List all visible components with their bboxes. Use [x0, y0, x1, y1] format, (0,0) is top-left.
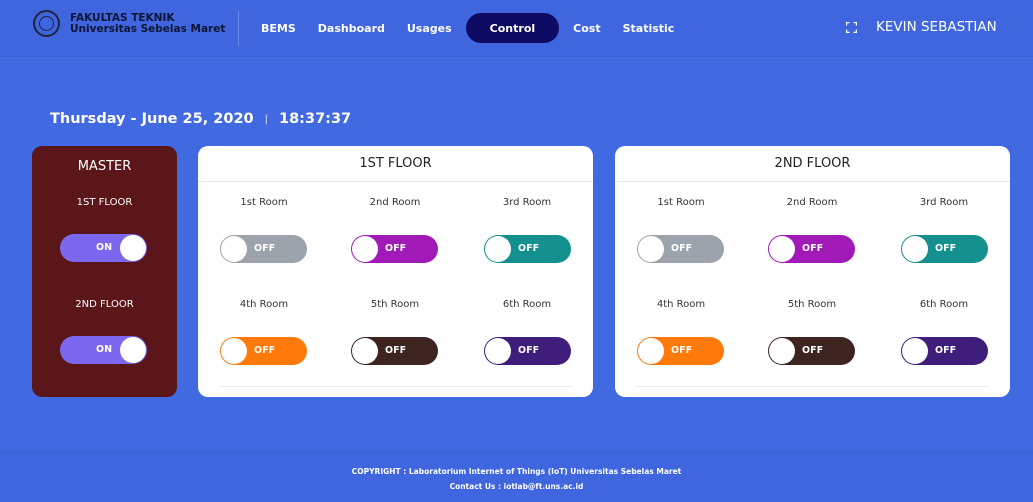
master-1st-floor-toggle[interactable]: ON: [60, 234, 147, 262]
room-label: 5th Room: [370, 299, 420, 310]
room-label: 6th Room: [919, 299, 969, 310]
toggle-knob: [769, 338, 795, 364]
toggle-state: OFF: [254, 243, 276, 254]
toggle-knob: [352, 236, 378, 262]
nav-bems[interactable]: BEMS: [250, 13, 307, 43]
toggle-knob: [120, 337, 146, 363]
toggle-state: OFF: [518, 345, 540, 356]
toggle-knob: [902, 338, 928, 364]
toggle-state: OFF: [935, 345, 957, 356]
fullscreen-icon[interactable]: [846, 22, 857, 33]
time-text: 18:37:37: [279, 111, 352, 127]
room-toggle-1st-floor-2nd-room[interactable]: OFF: [351, 235, 438, 263]
nav-usages[interactable]: Usages: [396, 13, 463, 43]
brand[interactable]: FAKULTAS TEKNIK Universitas Sebelas Mare…: [70, 13, 225, 35]
nav-dashboard[interactable]: Dashboard: [307, 13, 396, 43]
toggle-state: OFF: [935, 243, 957, 254]
toggle-state: OFF: [671, 345, 693, 356]
toggle-state: ON: [96, 344, 113, 355]
user-menu[interactable]: KEVIN SEBASTIAN: [876, 19, 997, 35]
room-toggle-1st-floor-1st-room[interactable]: OFF: [220, 235, 307, 263]
nav-cost[interactable]: Cost: [562, 13, 611, 43]
brand-line2: Universitas Sebelas Maret: [70, 23, 226, 35]
room-label: 6th Room: [502, 299, 552, 310]
room-toggle-2nd-floor-6th-room[interactable]: OFF: [901, 337, 988, 365]
toggle-state: OFF: [802, 243, 824, 254]
toggle-state: OFF: [385, 345, 407, 356]
toggle-knob: [485, 338, 511, 364]
room-toggle-2nd-floor-4th-room[interactable]: OFF: [637, 337, 724, 365]
room-toggle-1st-floor-6th-room[interactable]: OFF: [484, 337, 571, 365]
room-toggle-1st-floor-3rd-room[interactable]: OFF: [484, 235, 571, 263]
top-navbar: FAKULTAS TEKNIK Universitas Sebelas Mare…: [0, 0, 1033, 57]
date-text: Thursday - June 25, 2020: [50, 111, 254, 127]
floor-divider: [218, 386, 573, 387]
toggle-knob: [221, 236, 247, 262]
room-label: 4th Room: [656, 299, 706, 310]
nav-statistic[interactable]: Statistic: [612, 13, 686, 43]
floor-card-2nd: 2ND FLOOR 1st Room 2nd Room 3rd Room OFF…: [615, 146, 1010, 397]
toggle-state: OFF: [385, 243, 407, 254]
toggle-knob: [769, 236, 795, 262]
university-logo-icon[interactable]: [33, 10, 60, 37]
floor-card-1st: 1ST FLOOR 1st Room 2nd Room 3rd Room OFF…: [198, 146, 593, 397]
room-toggle-2nd-floor-5th-room[interactable]: OFF: [768, 337, 855, 365]
floor-title: 1ST FLOOR: [198, 146, 593, 182]
master-1st-floor-label: 1ST FLOOR: [76, 197, 133, 208]
floor-title: 2ND FLOOR: [615, 146, 1010, 182]
toggle-state: OFF: [671, 243, 693, 254]
room-label: 4th Room: [239, 299, 289, 310]
footer-contact: Contact Us : iotlab@ft.uns.ac.id: [449, 482, 584, 491]
room-toggle-2nd-floor-2nd-room[interactable]: OFF: [768, 235, 855, 263]
room-label: 5th Room: [787, 299, 837, 310]
toggle-knob: [352, 338, 378, 364]
datetime-display: Thursday - June 25, 2020 | 18:37:37: [50, 111, 351, 127]
toggle-state: OFF: [802, 345, 824, 356]
toggle-knob: [485, 236, 511, 262]
master-title: MASTER: [77, 159, 132, 174]
master-2nd-floor-toggle[interactable]: ON: [60, 336, 147, 364]
room-label: 1st Room: [657, 197, 705, 208]
toggle-state: OFF: [518, 243, 540, 254]
toggle-knob: [638, 236, 664, 262]
toggle-state: OFF: [254, 345, 276, 356]
toggle-knob: [120, 235, 146, 261]
toggle-knob: [638, 338, 664, 364]
master-2nd-floor-label: 2ND FLOOR: [75, 299, 134, 310]
room-toggle-2nd-floor-3rd-room[interactable]: OFF: [901, 235, 988, 263]
room-label: 2nd Room: [369, 197, 421, 208]
floor-divider: [635, 386, 990, 387]
room-label: 2nd Room: [786, 197, 838, 208]
main-nav: BEMS Dashboard Usages Control Cost Stati…: [250, 13, 685, 43]
footer-copyright: COPYRIGHT : Laboratorium Internet of Thi…: [351, 467, 682, 476]
room-label: 3rd Room: [502, 197, 552, 208]
room-toggle-1st-floor-5th-room[interactable]: OFF: [351, 337, 438, 365]
nav-control[interactable]: Control: [465, 13, 560, 43]
toggle-state: ON: [96, 242, 113, 253]
footer: COPYRIGHT : Laboratorium Internet of Thi…: [0, 451, 1033, 502]
toggle-knob: [902, 236, 928, 262]
brand-divider: [238, 11, 239, 46]
room-toggle-1st-floor-4th-room[interactable]: OFF: [220, 337, 307, 365]
master-card: MASTER 1ST FLOOR ON 2ND FLOOR ON: [32, 146, 177, 397]
datetime-separator: |: [264, 113, 268, 125]
toggle-knob: [221, 338, 247, 364]
room-label: 1st Room: [240, 197, 288, 208]
room-toggle-2nd-floor-1st-room[interactable]: OFF: [637, 235, 724, 263]
room-label: 3rd Room: [919, 197, 969, 208]
